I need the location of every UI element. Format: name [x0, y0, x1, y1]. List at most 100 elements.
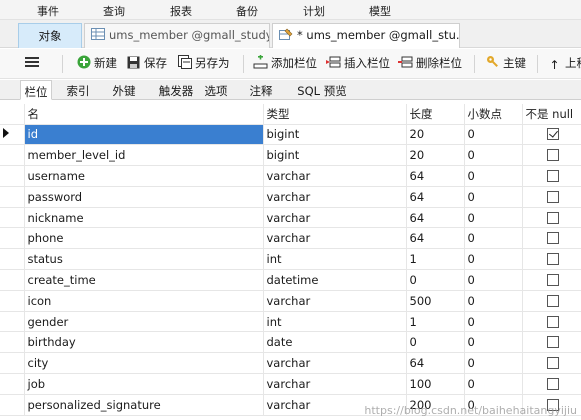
field-length-cell[interactable]: 1 — [406, 311, 465, 333]
field-decimals-cell[interactable]: 0 — [464, 165, 523, 187]
table-row[interactable]: phone varchar 64 0 — [0, 227, 581, 250]
field-length-cell[interactable]: 20 — [406, 124, 465, 146]
table-row[interactable]: job varchar 100 0 — [0, 373, 581, 395]
header-not-null[interactable]: 不是 null — [522, 104, 581, 125]
move-up-button[interactable]: ↑ 上移 — [547, 55, 581, 73]
subtab-triggers[interactable]: 触发器 — [153, 80, 199, 100]
tab-ums-member-edit[interactable]: * ums_member @gmall_stu... — [272, 23, 460, 48]
menu-events[interactable]: 事件 — [37, 3, 59, 19]
field-name-cell[interactable]: create_time — [24, 269, 264, 291]
table-row[interactable]: birthday date 0 0 — [0, 331, 581, 354]
subtab-comment[interactable]: 注释 — [245, 80, 277, 100]
table-row[interactable]: icon varchar 500 0 — [0, 290, 581, 312]
header-length[interactable]: 长度 — [406, 104, 465, 125]
table-row[interactable]: nickname varchar 64 0 — [0, 207, 581, 229]
field-decimals-cell[interactable]: 0 — [464, 227, 523, 250]
field-type-cell[interactable]: bigint — [263, 144, 407, 167]
subtab-fields[interactable]: 栏位 — [20, 80, 52, 100]
field-length-cell[interactable]: 64 — [406, 352, 465, 375]
add-field-button[interactable]: 添加栏位 — [253, 54, 317, 73]
field-type-cell[interactable]: bigint — [263, 124, 407, 146]
not-null-checkbox[interactable] — [546, 377, 559, 390]
hamburger-menu-button[interactable] — [24, 55, 42, 73]
header-name[interactable]: 名 — [24, 104, 264, 125]
menu-report[interactable]: 报表 — [170, 3, 192, 19]
not-null-checkbox[interactable] — [546, 190, 559, 203]
table-row[interactable]: status int 1 0 — [0, 248, 581, 271]
field-decimals-cell[interactable]: 0 — [464, 186, 523, 208]
not-null-checkbox[interactable] — [546, 232, 559, 245]
not-null-checkbox[interactable] — [546, 211, 559, 224]
primary-key-button[interactable]: 主键 — [485, 55, 526, 73]
table-row[interactable]: id bigint 20 0 — [0, 124, 581, 146]
not-null-checkbox[interactable] — [546, 336, 559, 349]
subtab-sql-preview[interactable]: SQL 预览 — [292, 80, 352, 100]
field-name-cell[interactable]: birthday — [24, 331, 264, 354]
field-name-cell[interactable]: job — [24, 373, 264, 395]
tab-ums-member-design[interactable]: ums_member @gmall_study... — [84, 23, 270, 48]
subtab-foreign-keys[interactable]: 外键 — [108, 80, 140, 100]
field-name-cell[interactable]: phone — [24, 227, 264, 250]
field-name-cell[interactable]: personalized_signature — [24, 394, 264, 416]
table-row[interactable]: gender int 1 0 — [0, 311, 581, 333]
field-length-cell[interactable]: 500 — [406, 290, 465, 312]
field-length-cell[interactable]: 1 — [406, 248, 465, 271]
field-length-cell[interactable]: 64 — [406, 207, 465, 229]
tab-objects[interactable]: 对象 — [18, 23, 82, 48]
field-name-cell[interactable]: username — [24, 165, 264, 187]
field-length-cell[interactable]: 0 — [406, 331, 465, 354]
field-type-cell[interactable]: int — [263, 248, 407, 271]
field-decimals-cell[interactable]: 0 — [464, 331, 523, 354]
field-name-cell[interactable]: id — [24, 124, 264, 146]
field-name-cell[interactable]: city — [24, 352, 264, 375]
table-row[interactable]: create_time datetime 0 0 — [0, 269, 581, 291]
field-name-cell[interactable]: status — [24, 248, 264, 271]
field-type-cell[interactable]: varchar — [263, 186, 407, 208]
not-null-checkbox[interactable] — [546, 357, 559, 370]
table-row[interactable]: member_level_id bigint 20 0 — [0, 144, 581, 167]
field-type-cell[interactable]: varchar — [263, 227, 407, 250]
field-type-cell[interactable]: varchar — [263, 165, 407, 187]
not-null-checkbox[interactable] — [546, 273, 559, 286]
field-type-cell[interactable]: varchar — [263, 373, 407, 395]
field-decimals-cell[interactable]: 0 — [464, 144, 523, 167]
field-name-cell[interactable]: password — [24, 186, 264, 208]
not-null-checkbox[interactable] — [546, 294, 559, 307]
delete-field-button[interactable]: 删除栏位 — [398, 55, 462, 73]
field-decimals-cell[interactable]: 0 — [464, 248, 523, 271]
field-length-cell[interactable]: 64 — [406, 227, 465, 250]
field-decimals-cell[interactable]: 0 — [464, 124, 523, 146]
not-null-checkbox[interactable] — [546, 253, 559, 266]
field-name-cell[interactable]: gender — [24, 311, 264, 333]
not-null-checkbox[interactable] — [546, 315, 559, 328]
table-row[interactable]: city varchar 64 0 — [0, 352, 581, 375]
field-length-cell[interactable]: 20 — [406, 144, 465, 167]
field-type-cell[interactable]: datetime — [263, 269, 407, 291]
field-type-cell[interactable]: date — [263, 331, 407, 354]
field-decimals-cell[interactable]: 0 — [464, 311, 523, 333]
field-length-cell[interactable]: 64 — [406, 165, 465, 187]
field-name-cell[interactable]: nickname — [24, 207, 264, 229]
field-name-cell[interactable]: member_level_id — [24, 144, 264, 167]
save-as-button[interactable]: 另存为 — [177, 55, 230, 73]
field-length-cell[interactable]: 100 — [406, 373, 465, 395]
menu-backup[interactable]: 备份 — [236, 3, 258, 19]
table-row[interactable]: password varchar 64 0 — [0, 186, 581, 208]
menu-query[interactable]: 查询 — [103, 3, 125, 19]
subtab-indexes[interactable]: 索引 — [62, 80, 94, 100]
header-decimals[interactable]: 小数点 — [464, 104, 523, 125]
not-null-checkbox[interactable] — [546, 149, 559, 162]
insert-field-button[interactable]: 插入栏位 — [326, 55, 390, 73]
field-decimals-cell[interactable]: 0 — [464, 207, 523, 229]
field-decimals-cell[interactable]: 0 — [464, 352, 523, 375]
field-name-cell[interactable]: icon — [24, 290, 264, 312]
field-type-cell[interactable]: varchar — [263, 207, 407, 229]
field-type-cell[interactable]: int — [263, 311, 407, 333]
menu-schedule[interactable]: 计划 — [303, 3, 325, 19]
field-length-cell[interactable]: 64 — [406, 186, 465, 208]
not-null-checkbox[interactable] — [546, 169, 559, 182]
field-decimals-cell[interactable]: 0 — [464, 373, 523, 395]
field-type-cell[interactable]: varchar — [263, 352, 407, 375]
subtab-options[interactable]: 选项 — [200, 80, 232, 100]
field-length-cell[interactable]: 0 — [406, 269, 465, 291]
